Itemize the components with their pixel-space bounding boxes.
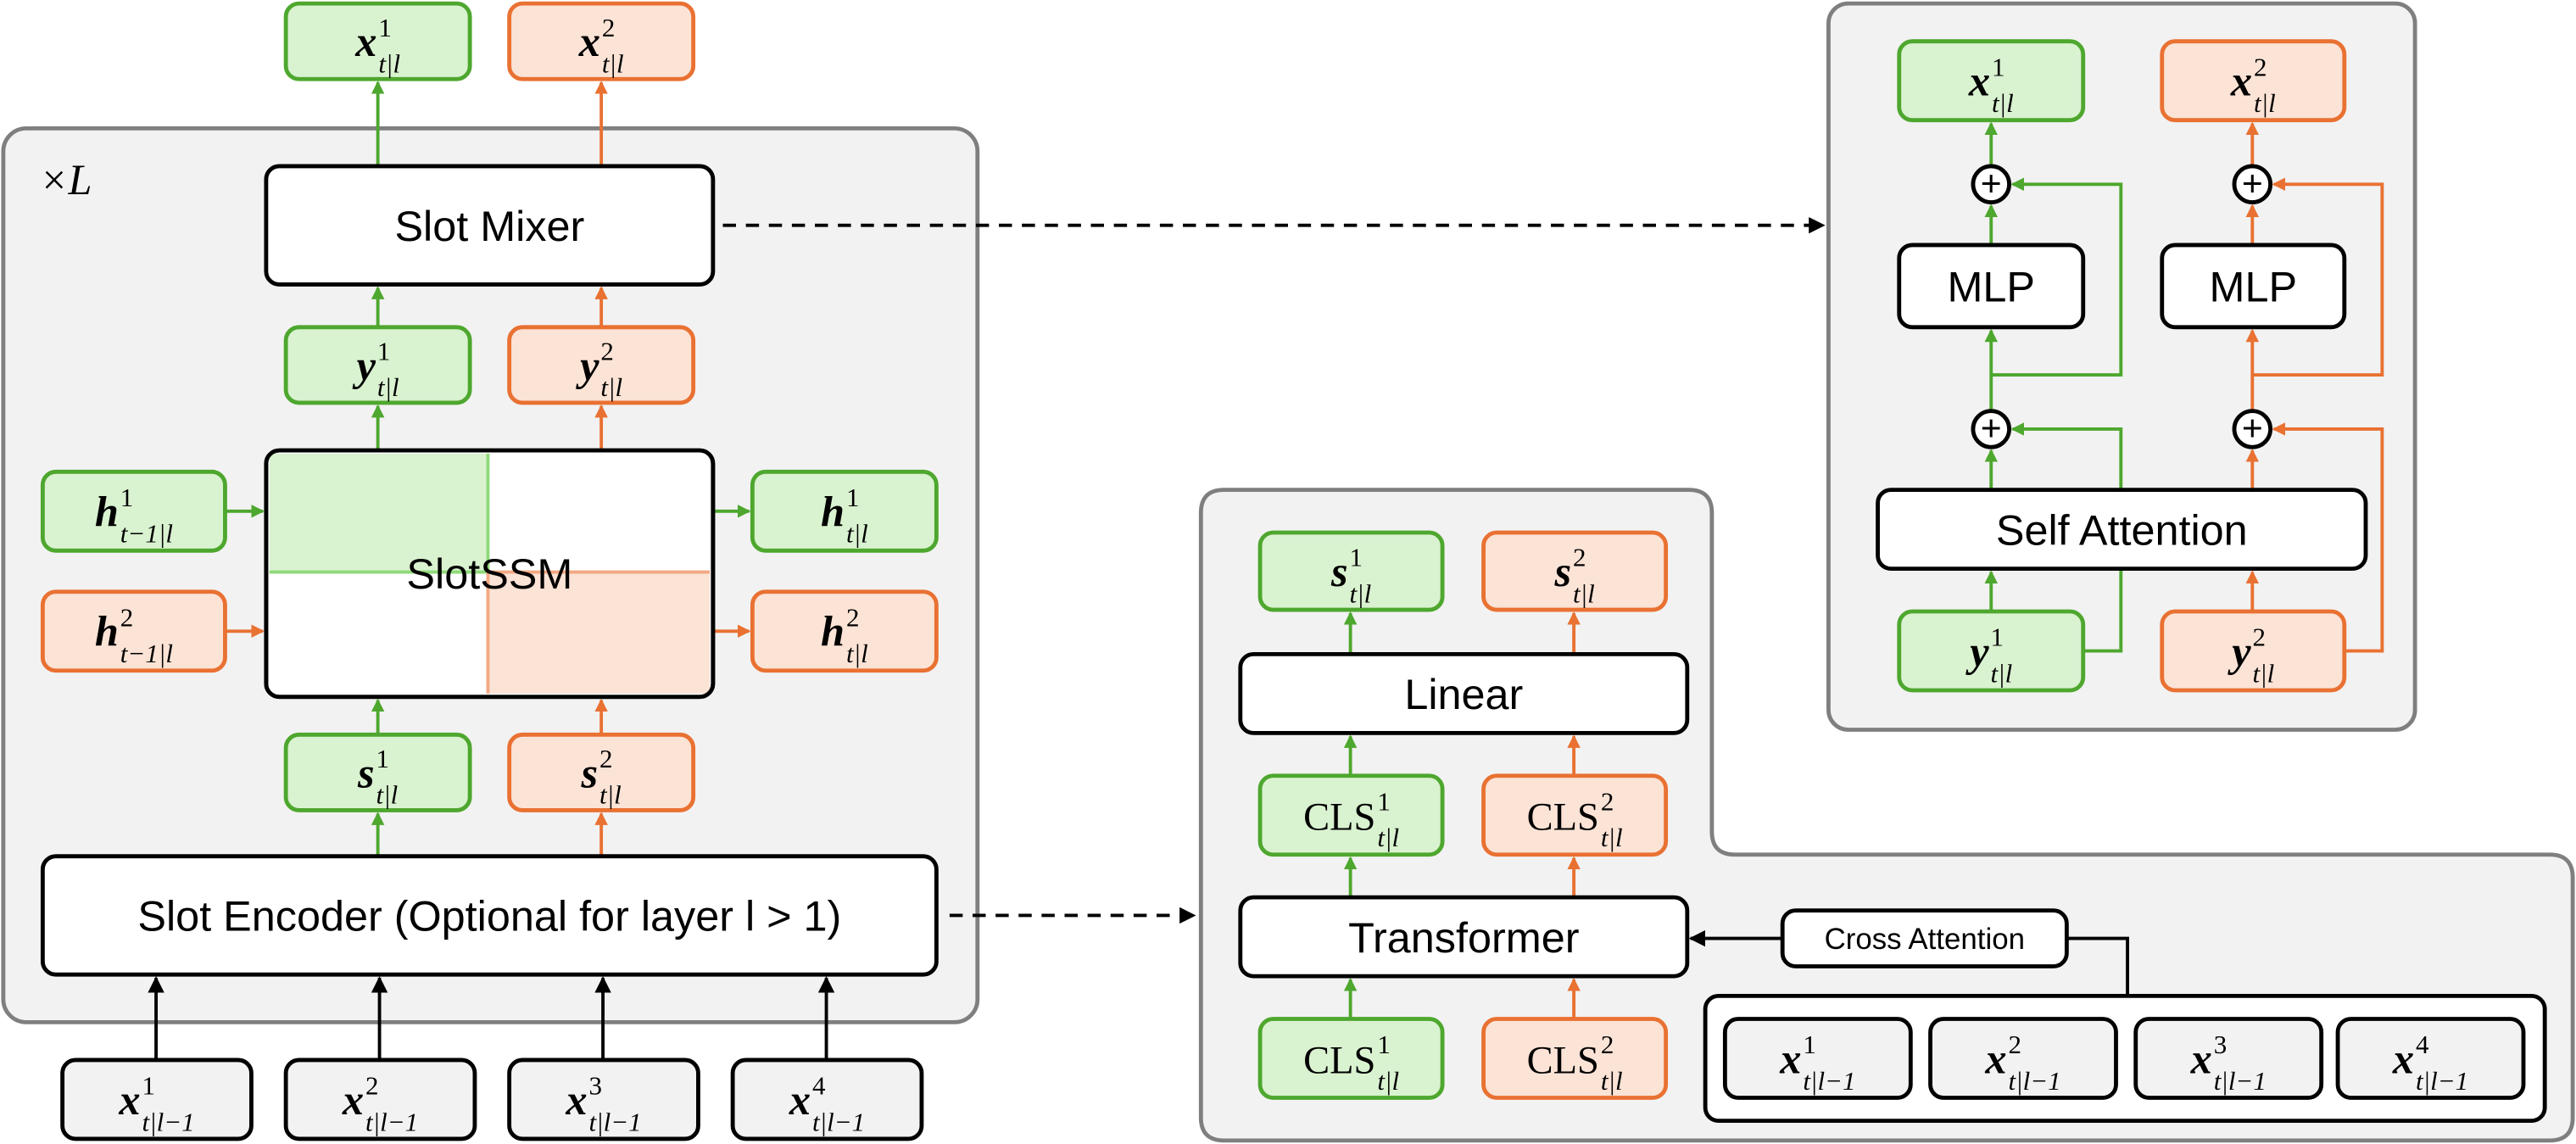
output-slot-2-subscript: t|l bbox=[602, 48, 624, 78]
slotssm-label: SlotSSM bbox=[406, 550, 572, 598]
input-token-1-subscript: t|l−1 bbox=[142, 1107, 195, 1136]
encoder-input-token-2-superscript: 2 bbox=[2009, 1030, 2022, 1059]
cross-attention-block-label: Cross Attention bbox=[1825, 923, 2025, 956]
prev-state-slot-2-subscript: t−1|l bbox=[120, 639, 173, 668]
cls-input-2-symbol: CLS bbox=[1527, 1039, 1599, 1082]
input-token-4-superscript: 4 bbox=[812, 1071, 826, 1101]
mixer-input-slot-1-subscript: t|l bbox=[377, 372, 399, 402]
new-state-slot-1-subscript: t|l bbox=[846, 519, 868, 549]
transformer-block-label: Transformer bbox=[1348, 913, 1579, 962]
mixer-output-slot-2-superscript: 2 bbox=[2254, 52, 2267, 81]
output-slot-1-subscript: t|l bbox=[378, 48, 400, 78]
new-state-slot-2-subscript: t|l bbox=[846, 639, 868, 668]
new-state-slot-2-superscript: 2 bbox=[846, 602, 860, 632]
encoder-input-token-4-subscript: t|l−1 bbox=[2416, 1066, 2468, 1096]
input-token-3-subscript: t|l−1 bbox=[589, 1107, 642, 1136]
encoder-input-token-1-symbol: x bbox=[1779, 1035, 1801, 1082]
input-token-2-superscript: 2 bbox=[365, 1071, 379, 1101]
layer-repeat-label: ×L bbox=[40, 156, 92, 204]
prev-state-slot-1-subscript: t−1|l bbox=[120, 519, 173, 549]
encoder-input-token-2-symbol: x bbox=[1984, 1035, 2006, 1082]
encoder-input-token-3-symbol: x bbox=[2190, 1035, 2212, 1082]
encoder-input-token-1-subscript: t|l−1 bbox=[1803, 1066, 1855, 1096]
mixer-input-slot-1-superscript: 1 bbox=[377, 337, 391, 366]
input-token-3-superscript: 3 bbox=[589, 1071, 603, 1101]
cls-output-2-symbol: CLS bbox=[1527, 796, 1599, 840]
plus-symbol-3: + bbox=[1981, 408, 2002, 449]
mixer-input-y2-superscript: 2 bbox=[2253, 622, 2267, 652]
encoder-input-token-4-superscript: 4 bbox=[2416, 1030, 2429, 1059]
slot-mixer-block-label: Slot Mixer bbox=[394, 202, 584, 250]
mixer-input-y2-subscript: t|l bbox=[2253, 658, 2275, 688]
mixer-output-slot-1-superscript: 1 bbox=[1992, 52, 2005, 81]
mixer-input-slot-2-subscript: t|l bbox=[600, 372, 622, 402]
encoder-slot-2-superscript: 2 bbox=[1573, 543, 1586, 572]
output-slot-1-symbol: x bbox=[354, 18, 376, 65]
slot-2-subscript: t|l bbox=[599, 780, 622, 810]
cls-output-1-superscript: 1 bbox=[1377, 786, 1391, 816]
encoder-input-token-2-subscript: t|l−1 bbox=[2009, 1066, 2061, 1096]
input-token-4-symbol: x bbox=[789, 1076, 811, 1124]
input-token-1-superscript: 1 bbox=[142, 1071, 156, 1101]
slotssm-architecture-diagram: ×Lx 1t|l x 2t|lSlot Mixery 1t|l y 2t|lSlotSSMh… bbox=[1, 1, 2575, 1143]
encoder-slot-2-symbol: s bbox=[1553, 548, 1571, 595]
input-token-2-symbol: x bbox=[342, 1076, 364, 1124]
input-token-3-symbol: x bbox=[565, 1076, 587, 1124]
encoder-input-token-1-superscript: 1 bbox=[1803, 1030, 1816, 1059]
mlp-block-2-label: MLP bbox=[2210, 263, 2298, 311]
cls-output-2-superscript: 2 bbox=[1601, 786, 1614, 816]
prev-state-slot-1-symbol: h bbox=[95, 488, 119, 535]
mixer-output-slot-2-subscript: t|l bbox=[2254, 88, 2276, 118]
mixer-input-slot-2-superscript: 2 bbox=[600, 337, 614, 366]
encoder-input-token-3-superscript: 3 bbox=[2214, 1030, 2228, 1059]
linear-block-label: Linear bbox=[1404, 670, 1523, 718]
plus-symbol-2: + bbox=[2242, 164, 2263, 204]
new-state-slot-2-symbol: h bbox=[821, 608, 845, 656]
cls-input-2-superscript: 2 bbox=[1601, 1030, 1614, 1059]
mixer-output-slot-1-subscript: t|l bbox=[1992, 88, 2014, 118]
slot-1-subscript: t|l bbox=[376, 780, 399, 810]
prev-state-slot-2-superscript: 2 bbox=[120, 602, 134, 632]
cls-input-2-subscript: t|l bbox=[1601, 1066, 1623, 1096]
plus-symbol-1: + bbox=[1981, 164, 2002, 204]
prev-state-slot-2-symbol: h bbox=[95, 608, 119, 656]
prev-state-slot-1-superscript: 1 bbox=[120, 483, 134, 512]
cls-input-1-superscript: 1 bbox=[1377, 1030, 1391, 1059]
slot-1-superscript: 1 bbox=[376, 744, 390, 773]
mlp-block-1-label: MLP bbox=[1947, 263, 2035, 311]
encoder-input-token-3-subscript: t|l−1 bbox=[2214, 1066, 2267, 1096]
new-state-slot-1-symbol: h bbox=[821, 488, 845, 535]
encoder-input-token-4-symbol: x bbox=[2392, 1035, 2414, 1082]
mixer-output-slot-2-symbol: x bbox=[2230, 58, 2252, 105]
encoder-slot-1-subscript: t|l bbox=[1349, 578, 1371, 608]
slot-2-symbol: s bbox=[580, 749, 598, 796]
cls-output-2-subscript: t|l bbox=[1601, 823, 1623, 852]
cls-output-1-symbol: CLS bbox=[1303, 796, 1375, 840]
cls-input-1-subscript: t|l bbox=[1377, 1066, 1399, 1096]
mixer-input-y1-superscript: 1 bbox=[1991, 622, 2004, 652]
self-attention-block-label: Self Attention bbox=[1996, 505, 2248, 554]
output-slot-2-symbol: x bbox=[578, 18, 600, 65]
encoder-slot-1-superscript: 1 bbox=[1349, 543, 1363, 572]
output-slot-2-superscript: 2 bbox=[602, 13, 616, 42]
encoder-slot-2-subscript: t|l bbox=[1573, 578, 1595, 608]
slot-encoder-block-label: Slot Encoder (Optional for layer l > 1) bbox=[137, 892, 841, 940]
encoder-slot-1-symbol: s bbox=[1330, 548, 1348, 595]
cls-output-1-subscript: t|l bbox=[1377, 823, 1399, 852]
new-state-slot-1-superscript: 1 bbox=[846, 483, 860, 512]
input-token-4-subscript: t|l−1 bbox=[812, 1107, 865, 1136]
output-slot-1-superscript: 1 bbox=[378, 13, 392, 42]
input-token-1-symbol: x bbox=[118, 1076, 140, 1124]
mixer-output-slot-1-symbol: x bbox=[1968, 58, 1990, 105]
plus-symbol-4: + bbox=[2242, 408, 2263, 449]
slot-1-symbol: s bbox=[357, 749, 375, 796]
cls-input-1-symbol: CLS bbox=[1303, 1039, 1375, 1082]
mixer-input-y1-subscript: t|l bbox=[1991, 658, 2013, 688]
input-token-2-subscript: t|l−1 bbox=[365, 1107, 418, 1136]
slot-2-superscript: 2 bbox=[599, 744, 613, 773]
